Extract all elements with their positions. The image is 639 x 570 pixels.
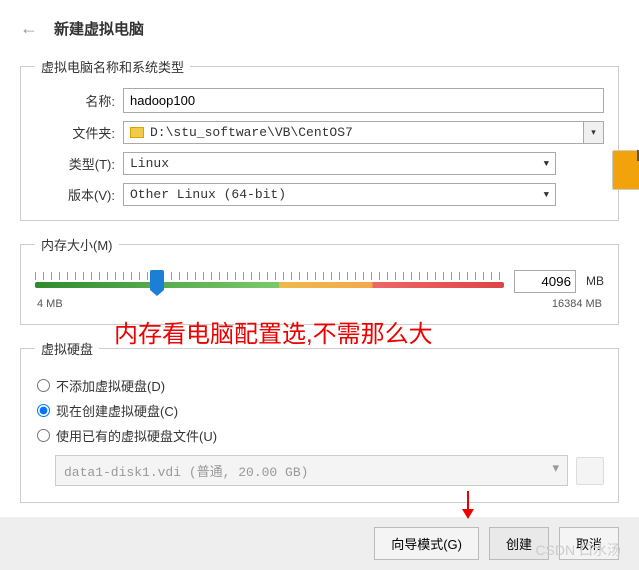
radio-create-disk-input[interactable] [37,404,50,417]
existing-disk-select: data1-disk1.vdi (普通, 20.00 GB) ▾ [55,455,568,486]
chevron-down-icon: ▼ [544,190,549,200]
memory-min-label: 4 MB [37,298,63,310]
radio-existing-disk-label: 使用已有的虚拟硬盘文件(U) [56,426,217,445]
radio-create-disk[interactable]: 现在创建虚拟硬盘(C) [37,401,602,420]
memory-legend: 内存大小(M) [35,235,119,254]
chevron-down-icon: ▼ [544,159,549,169]
memory-fieldset: 内存大小(M) MB 4 MB 16384 MB [20,235,619,325]
memory-input[interactable] [514,270,576,293]
existing-disk-value: data1-disk1.vdi (普通, 20.00 GB) [64,461,308,480]
folder-path: D:\stu_software\VB\CentOS7 [150,125,353,140]
name-input[interactable] [123,88,604,113]
radio-no-disk-label: 不添加虚拟硬盘(D) [56,376,165,395]
radio-create-disk-label: 现在创建虚拟硬盘(C) [56,401,178,420]
dialog-title: 新建虚拟电脑 [54,18,144,39]
name-type-fieldset: 虚拟电脑名称和系统类型 名称: 文件夹: D:\stu_software\VB\… [20,57,619,221]
disk-fieldset: 虚拟硬盘 不添加虚拟硬盘(D) 现在创建虚拟硬盘(C) 使用已有的虚拟硬盘文件(… [20,339,619,503]
name-type-legend: 虚拟电脑名称和系统类型 [35,57,190,76]
folder-icon [130,127,144,138]
memory-unit: MB [586,274,604,288]
type-select[interactable]: Linux ▼ [123,152,556,175]
folder-label: 文件夹: [35,123,115,142]
disk-legend: 虚拟硬盘 [35,339,99,358]
version-value: Other Linux (64-bit) [130,187,286,202]
version-select[interactable]: Other Linux (64-bit) ▼ [123,183,556,206]
os-icon: 64 [612,150,639,190]
folder-dropdown-button[interactable]: ▾ [584,121,604,144]
name-label: 名称: [35,91,115,110]
cancel-button[interactable]: 取消 [559,527,619,560]
version-label: 版本(V): [35,185,115,204]
type-value: Linux [130,156,169,171]
browse-disk-button [576,457,604,485]
radio-no-disk-input[interactable] [37,379,50,392]
guide-mode-button[interactable]: 向导模式(G) [374,527,479,560]
memory-slider[interactable] [35,266,504,296]
radio-existing-disk[interactable]: 使用已有的虚拟硬盘文件(U) [37,426,602,445]
slider-thumb[interactable] [150,270,164,290]
type-label: 类型(T): [35,154,115,173]
memory-max-label: 16384 MB [552,298,602,310]
back-arrow-icon[interactable]: ← [20,18,38,39]
create-button[interactable]: 创建 [489,527,549,560]
button-bar: 向导模式(G) 创建 取消 CSDN 口水汤 [0,517,639,570]
radio-existing-disk-input[interactable] [37,429,50,442]
chevron-down-icon: ▾ [552,461,559,480]
radio-no-disk[interactable]: 不添加虚拟硬盘(D) [37,376,602,395]
folder-input[interactable]: D:\stu_software\VB\CentOS7 [123,121,584,144]
